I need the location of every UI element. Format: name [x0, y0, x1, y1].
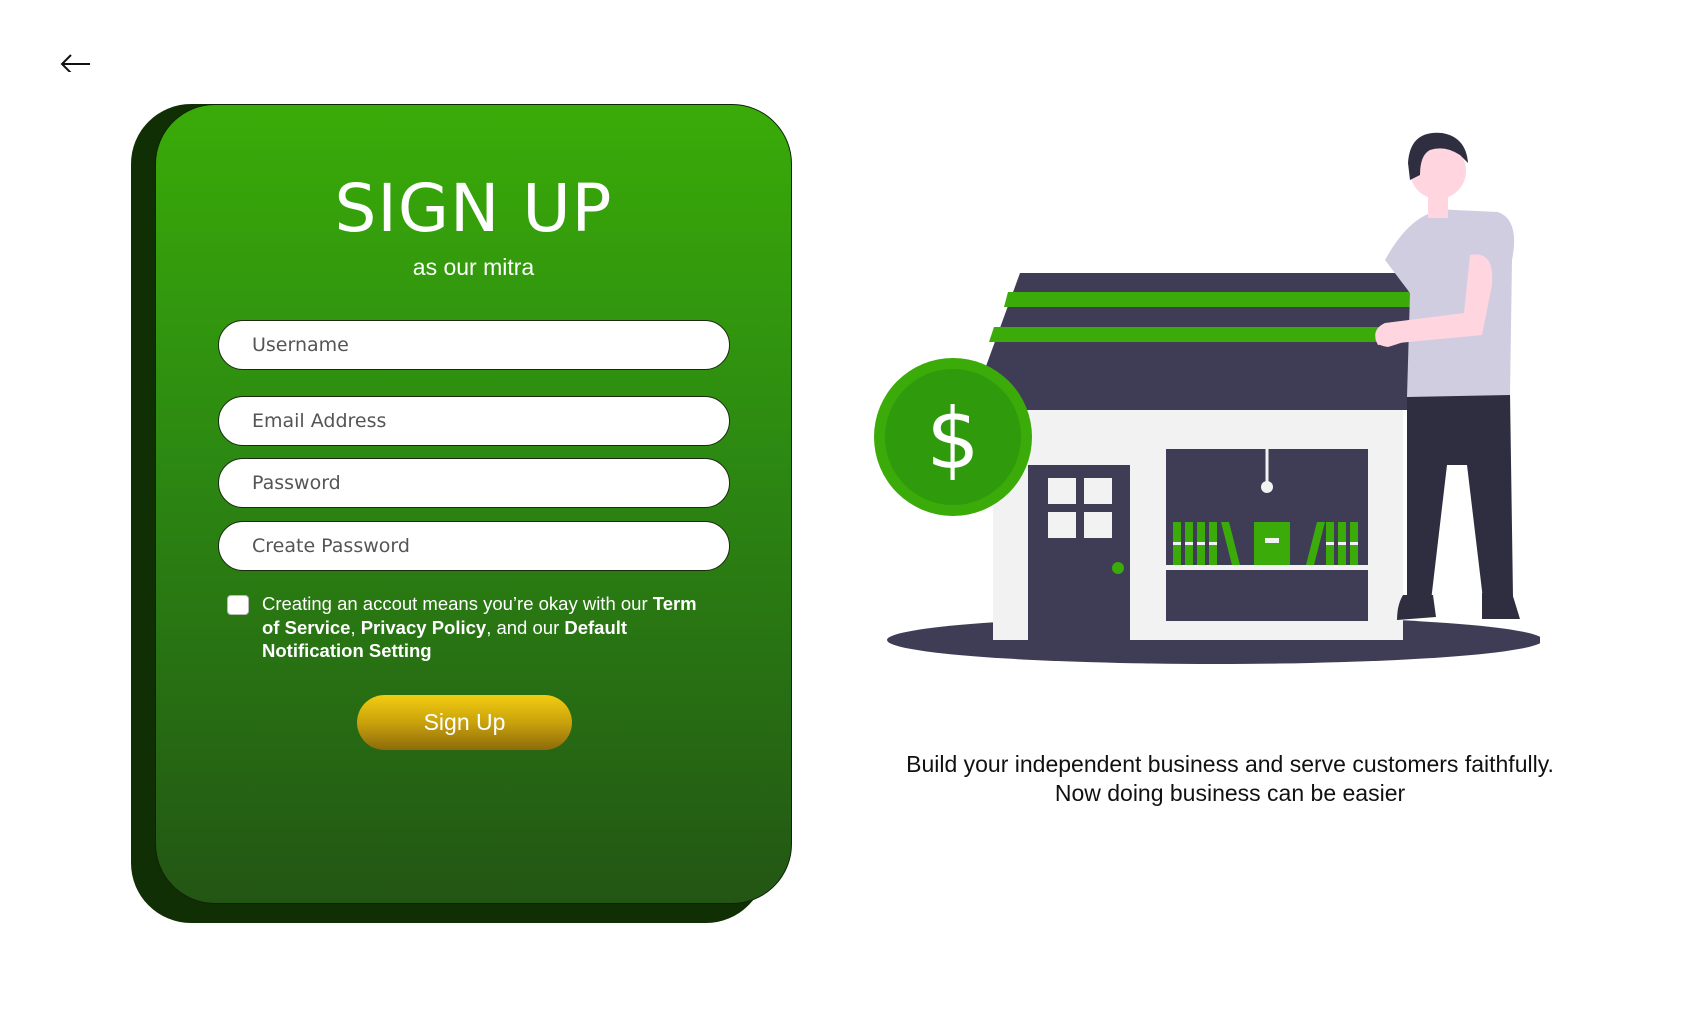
arrow-left-icon: [60, 54, 90, 74]
password-input[interactable]: [218, 458, 730, 508]
privacy-policy-link[interactable]: Privacy Policy: [361, 617, 486, 638]
storefront-person-illustration: $: [870, 125, 1543, 670]
tagline: Build your independent business and serv…: [880, 750, 1580, 808]
username-input[interactable]: [218, 320, 730, 370]
terms-prefix: Creating an accout means you’re okay wit…: [262, 593, 653, 614]
email-input[interactable]: [218, 396, 730, 446]
terms-separator: ,: [350, 616, 361, 638]
page-subtitle: as our mitra: [412, 254, 535, 280]
signup-button[interactable]: Sign Up: [357, 695, 572, 750]
tagline-line-2: Now doing business can be easier: [1054, 780, 1406, 806]
terms-separator: , and our: [486, 616, 565, 638]
page-title: SIGN UP: [334, 170, 613, 247]
storefront-person-icon: $: [874, 132, 1543, 664]
tagline-line-1: Build your independent business and serv…: [906, 751, 1554, 777]
create-password-input[interactable]: [218, 521, 730, 571]
terms-text: Creating an accout means you’re okay wit…: [262, 592, 712, 663]
svg-text:$: $: [926, 390, 979, 488]
back-button[interactable]: [58, 44, 92, 74]
terms-checkbox[interactable]: [227, 595, 249, 615]
